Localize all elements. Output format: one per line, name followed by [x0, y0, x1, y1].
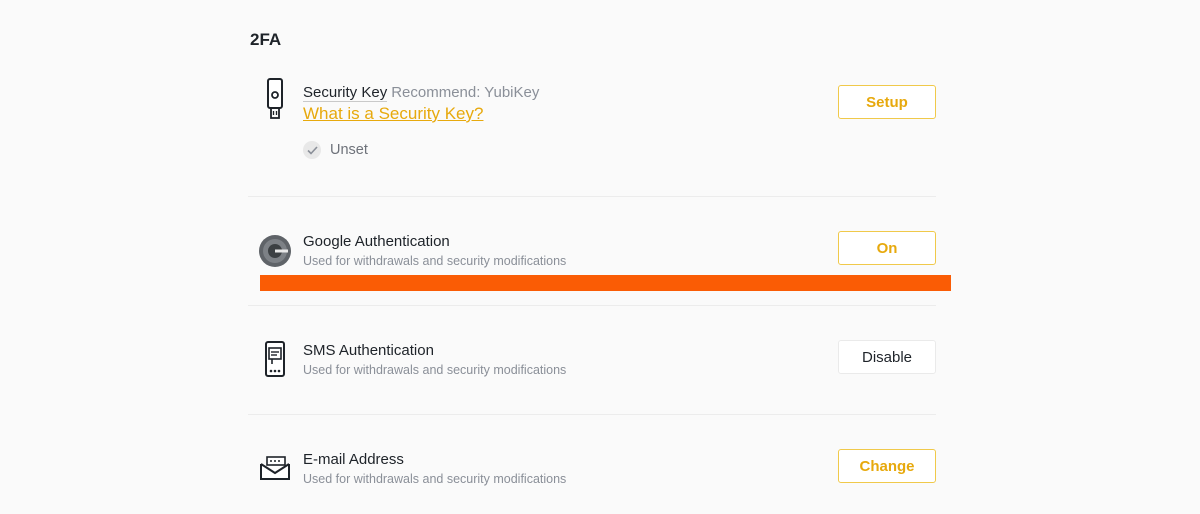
- sms-auth-title: SMS Authentication: [303, 342, 434, 359]
- google-auth-description: Used for withdrawals and security modifi…: [303, 254, 567, 268]
- sms-auth-row: SMS Authentication Used for withdrawals …: [248, 339, 936, 379]
- what-is-security-key-link[interactable]: What is a Security Key?: [303, 103, 539, 125]
- email-description: Used for withdrawals and security modifi…: [303, 472, 567, 486]
- security-key-status: Unset: [303, 141, 368, 159]
- google-auth-info: Google Authentication Used for withdrawa…: [303, 232, 566, 268]
- email-change-button[interactable]: Change: [838, 449, 936, 483]
- email-title: E-mail Address: [303, 451, 404, 468]
- phone-sms-icon: [258, 341, 292, 377]
- security-key-info: Security Key Recommend: YubiKey What is a…: [303, 83, 539, 125]
- check-icon: [303, 141, 321, 159]
- google-authenticator-icon: [258, 234, 292, 268]
- section-title: 2FA: [250, 30, 282, 49]
- divider: [248, 414, 936, 415]
- google-auth-title: Google Authentication: [303, 233, 450, 250]
- highlight-bar: [260, 275, 951, 291]
- sms-auth-description: Used for withdrawals and security modifi…: [303, 363, 567, 377]
- sms-disable-button[interactable]: Disable: [838, 340, 936, 374]
- security-key-title-line: Security Key Recommend: YubiKey: [303, 83, 539, 103]
- email-row: E-mail Address Used for withdrawals and …: [248, 448, 936, 488]
- usb-security-key-icon: [258, 78, 292, 119]
- setup-button[interactable]: Setup: [838, 85, 936, 119]
- divider: [248, 305, 936, 306]
- google-auth-on-button[interactable]: On: [838, 231, 936, 265]
- security-key-title: Security Key: [303, 84, 388, 102]
- security-key-status-label: Unset: [330, 142, 368, 158]
- security-key-recommend: Recommend: YubiKey: [391, 84, 540, 101]
- envelope-icon: [258, 451, 292, 485]
- divider: [248, 196, 936, 197]
- sms-auth-info: SMS Authentication Used for withdrawals …: [303, 341, 566, 377]
- security-settings-page: 2FA Security Key Recommend: YubiKey What …: [0, 0, 1200, 514]
- email-info: E-mail Address Used for withdrawals and …: [303, 450, 566, 486]
- google-auth-row: Google Authentication Used for withdrawa…: [248, 230, 936, 270]
- security-key-row: Security Key Recommend: YubiKey What is a…: [248, 78, 936, 180]
